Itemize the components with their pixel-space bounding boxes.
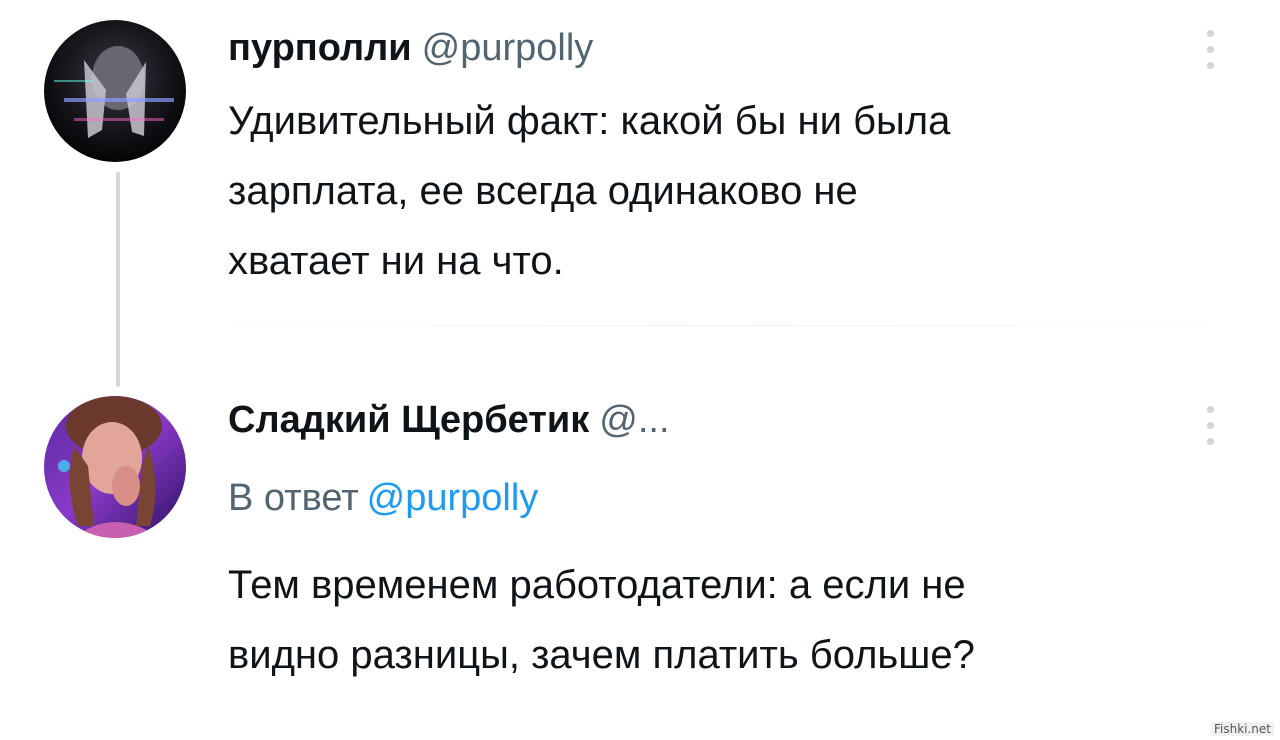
divider	[230, 325, 1210, 326]
tweet-1[interactable]: пурполли @purpolly Удивительный факт: как…	[0, 0, 1280, 380]
tweet-text-line: Тем временем работодатели: а если не	[228, 563, 966, 607]
reply-context: В ответ @purpolly	[228, 476, 538, 520]
display-name[interactable]: Сладкий Щербетик	[228, 399, 589, 441]
handle[interactable]: @...	[599, 399, 669, 441]
tweet-2-text: Тем временем работодатели: а если не вид…	[228, 550, 975, 690]
handle[interactable]: @purpolly	[422, 27, 594, 69]
avatar-sladkiy-sherbetik[interactable]	[44, 396, 186, 538]
tweet-1-text: Удивительный факт: какой бы ни была зарп…	[228, 86, 950, 296]
tweet-text-line: Удивительный факт: какой бы ни была	[228, 99, 951, 143]
tweet-2[interactable]: Сладкий Щербетик @... В ответ @purpolly Те…	[0, 380, 1280, 740]
display-name[interactable]: пурполли	[228, 27, 412, 69]
more-options-icon[interactable]	[1198, 30, 1222, 69]
tweet-2-header: Сладкий Щербетик @...	[228, 398, 670, 442]
avatar-image	[44, 20, 186, 162]
avatar-image	[44, 396, 186, 538]
thread-connector-line	[116, 172, 120, 387]
tweet-text-line: видно разницы, зачем платить больше?	[228, 633, 975, 677]
tweet-1-header: пурполли @purpolly	[228, 26, 593, 70]
watermark: Fishki.net	[1210, 722, 1274, 736]
reply-prefix: В ответ	[228, 477, 359, 519]
more-options-icon[interactable]	[1198, 406, 1222, 445]
tweet-text-line: хватает ни на что.	[228, 239, 564, 283]
reply-to-link[interactable]: @purpolly	[367, 477, 539, 519]
tweet-text-line: зарплата, ее всегда одинаково не	[228, 169, 858, 213]
avatar-purpolly[interactable]	[44, 20, 186, 162]
